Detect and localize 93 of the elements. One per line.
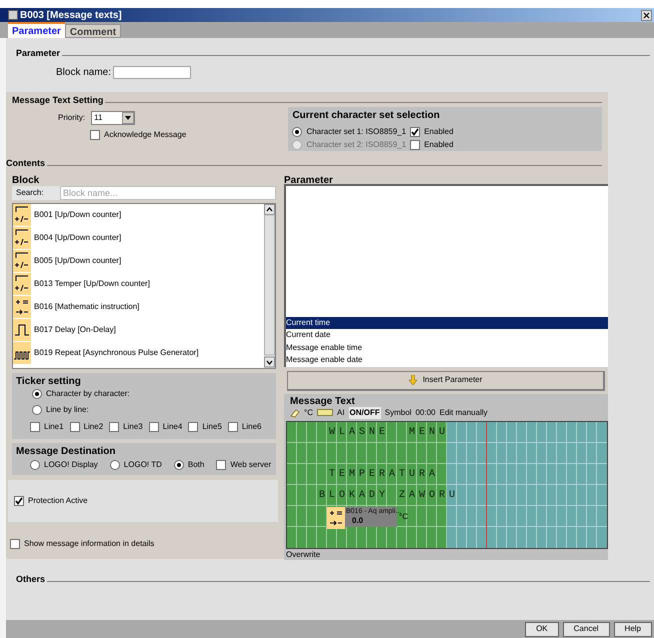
list-item[interactable]: B013 Temper [Up/Down counter] (34, 278, 150, 290)
math-icon (13, 296, 31, 318)
priority-dropdown[interactable]: 11 (91, 111, 136, 125)
option-label: Character by character: (46, 388, 130, 400)
radio-button[interactable] (174, 460, 184, 470)
section-heading: Parameter (284, 174, 334, 182)
toolbar-button[interactable]: Edit manually (439, 406, 488, 418)
option-label: Enabled (424, 126, 454, 138)
option-label: Character set 2: ISO8859_1 (306, 138, 406, 150)
section-heading: Contents (6, 157, 45, 170)
eraser-icon[interactable] (290, 408, 300, 418)
option-label: Line2 (84, 420, 104, 432)
checkbox[interactable] (228, 422, 238, 432)
option-label: LOGO! TD (124, 458, 162, 470)
counter-icon (13, 226, 31, 248)
radio-button[interactable] (30, 460, 40, 470)
option-label: Line1 (44, 420, 64, 432)
checkbox[interactable] (14, 496, 24, 506)
pulse-icon (13, 318, 31, 340)
counter-icon (13, 204, 31, 226)
option-label: Line5 (202, 420, 222, 432)
field-label: Block name: (56, 66, 112, 80)
section-heading: Current character set selection (292, 109, 441, 123)
option-label: Line3 (123, 420, 143, 432)
option-label: Both (188, 458, 204, 470)
field-label: Priority: (58, 112, 86, 124)
option-label: Show message information in details (24, 538, 154, 550)
option-label: Line6 (242, 420, 262, 432)
option-label: LOGO! Display (44, 458, 98, 470)
list-item[interactable]: B019 Repeat [Asynchronous Pulse Generator] (34, 346, 199, 358)
checkbox[interactable] (90, 130, 100, 140)
list-item[interactable]: B016 [Mathematic instruction] (34, 300, 140, 312)
list-item[interactable]: B004 [Up/Down counter] (34, 232, 122, 244)
option-label: Line4 (162, 420, 182, 432)
checkbox[interactable] (30, 422, 40, 432)
list-item[interactable]: B001 [Up/Down counter] (34, 208, 122, 220)
down-arrow-icon (408, 375, 417, 385)
section-heading: Message Destination (16, 444, 116, 456)
radio-button[interactable] (32, 404, 42, 414)
tab[interactable]: Parameter (8, 22, 65, 38)
radio-button[interactable] (32, 388, 42, 398)
toolbar-button[interactable]: °C (304, 406, 313, 418)
checkbox[interactable] (216, 460, 226, 470)
tab[interactable]: Comment (64, 24, 122, 38)
toolbar-button[interactable]: 00:00 (415, 406, 436, 418)
toolbar-button[interactable]: AI (336, 406, 345, 418)
checkbox[interactable] (70, 422, 80, 432)
counter-icon (13, 272, 31, 294)
counter-icon (13, 250, 31, 272)
option-label: Acknowledge Message (104, 129, 186, 141)
dialog-button[interactable]: Help (614, 622, 652, 636)
list-item[interactable]: Current date (286, 329, 608, 342)
section-heading: Message Text (289, 394, 356, 406)
block-value: 0.0 (351, 516, 364, 524)
checkbox[interactable] (410, 126, 420, 136)
bar-icon[interactable] (316, 409, 333, 416)
radio-button[interactable] (110, 460, 120, 470)
list-item[interactable]: B005 [Up/Down counter] (34, 254, 122, 266)
section-heading: Ticker setting (16, 374, 82, 386)
math-icon (327, 506, 345, 528)
section-heading: Block (12, 174, 40, 186)
option-label: Line by line: (46, 404, 89, 416)
radio-button[interactable] (292, 126, 302, 136)
option-label: Protection Active (28, 494, 88, 506)
option-label: Web server (230, 458, 272, 470)
list-item[interactable]: Current time (286, 316, 608, 329)
dialog-button[interactable]: Cancel (562, 622, 610, 636)
toolbar-button[interactable]: Symbol (384, 406, 412, 418)
close-button[interactable] (641, 10, 652, 20)
option-label: Enabled (424, 138, 454, 150)
list-item[interactable]: Message enable date (286, 354, 608, 366)
option-label: Character set 1: ISO8859_1 (306, 126, 406, 138)
pulse-train-icon (13, 342, 31, 364)
checkbox[interactable] (109, 422, 120, 432)
unit-label: °C (399, 512, 408, 522)
logo-icon (8, 10, 18, 20)
section-heading: Parameter (16, 47, 60, 60)
dialog-button[interactable]: OK (525, 622, 559, 636)
list-item[interactable]: Message enable time (286, 342, 608, 354)
section-heading: Message Text Setting (12, 94, 104, 107)
checkbox[interactable] (10, 538, 20, 548)
section-heading: Others (16, 572, 46, 586)
checkbox[interactable] (148, 422, 159, 432)
field-label: Search: (12, 186, 60, 200)
checkbox[interactable] (188, 422, 198, 432)
scrollbar[interactable] (264, 204, 275, 368)
toolbar-button[interactable]: ON/OFF (348, 406, 381, 418)
search-field[interactable]: Block name... (60, 186, 276, 200)
input-field[interactable] (113, 66, 192, 78)
list-item[interactable]: B017 Delay [On-Delay] (34, 324, 116, 336)
status-text: Overwrite (286, 548, 322, 560)
window-title: B003 [Message texts] (20, 8, 122, 22)
insert-parameter-button[interactable]: Insert Parameter (287, 370, 605, 390)
